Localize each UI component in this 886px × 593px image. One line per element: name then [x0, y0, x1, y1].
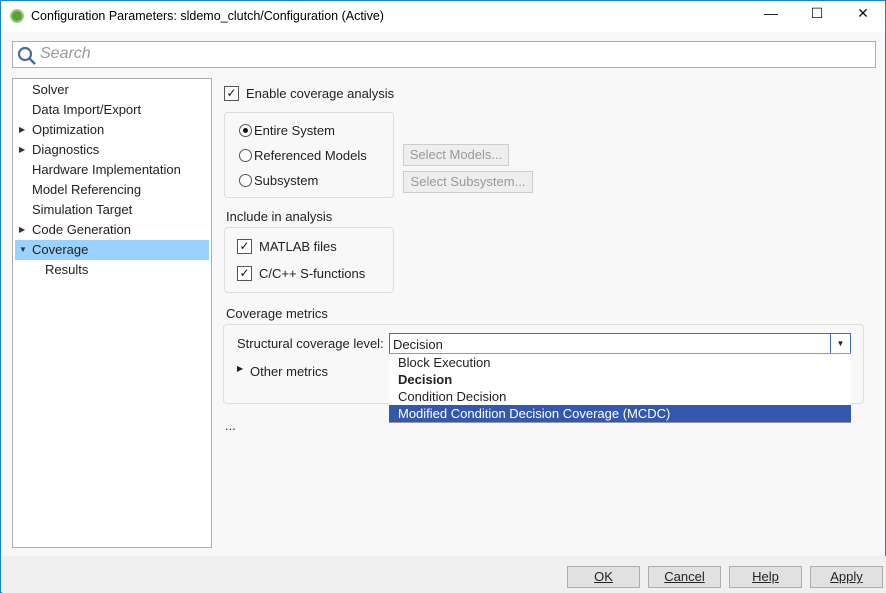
option-decision[interactable]: Decision [389, 371, 851, 388]
tree-item-diagnostics[interactable]: ▶ Diagnostics [15, 140, 209, 160]
tree-item-model-referencing[interactable]: Model Referencing [15, 180, 209, 200]
structural-label: Structural coverage level: [237, 336, 384, 351]
expand-arrow-icon[interactable]: ▶ [237, 364, 243, 373]
tree-item-data-import-export[interactable]: Data Import/Export [15, 100, 209, 120]
tree-item-solver[interactable]: Solver [15, 80, 209, 100]
structural-coverage-dropdown[interactable]: Decision ▼ [389, 333, 851, 354]
tree-item-simulation-target[interactable]: Simulation Target [15, 200, 209, 220]
tree-label: Simulation Target [32, 202, 133, 217]
search-icon [17, 46, 36, 65]
tree-label: Hardware Implementation [32, 162, 181, 177]
tree-label: Data Import/Export [32, 102, 142, 117]
cancel-button[interactable]: Cancel [648, 566, 721, 588]
enable-coverage-label: Enable coverage analysis [246, 86, 395, 101]
expand-arrow-icon[interactable]: ▶ [19, 120, 25, 140]
select-models-button[interactable]: Select Models... [403, 144, 509, 166]
option-condition-decision[interactable]: Condition Decision [389, 388, 851, 405]
tree-item-results[interactable]: Results [15, 260, 209, 280]
option-block-execution[interactable]: Block Execution [389, 354, 851, 371]
apply-button[interactable]: Apply [810, 566, 883, 588]
checkbox-label: C/C++ S-functions [259, 266, 366, 281]
sfunctions-checkbox[interactable]: ✓ [237, 266, 252, 281]
radio-referenced-models[interactable] [239, 149, 252, 162]
ok-label: OK [594, 569, 613, 584]
metrics-heading: Coverage metrics [226, 306, 328, 321]
include-group [224, 227, 394, 293]
radio-subsystem[interactable] [239, 174, 252, 187]
chevron-down-icon[interactable]: ▼ [830, 334, 850, 353]
checkbox-label: MATLAB files [259, 239, 337, 254]
help-button[interactable]: Help [729, 566, 802, 588]
footer: OK Cancel Help Apply [2, 556, 886, 593]
tree-label: Results [45, 262, 89, 277]
include-heading: Include in analysis [226, 209, 333, 224]
help-label: Help [752, 569, 779, 584]
expand-arrow-icon[interactable]: ▶ [19, 140, 25, 160]
apply-label: Apply [830, 569, 863, 584]
category-tree: Solver Data Import/Export ▶ Optimization … [12, 78, 212, 548]
search-placeholder: Search [40, 45, 91, 62]
option-mcdc[interactable]: Modified Condition Decision Coverage (MC… [389, 405, 851, 422]
tree-item-coverage[interactable]: ▼ Coverage [15, 240, 209, 260]
radio-entire-system[interactable] [239, 124, 252, 137]
dropdown-value: Decision [393, 337, 443, 352]
radio-label: Subsystem [254, 173, 319, 188]
expand-arrow-icon[interactable]: ▶ [19, 220, 25, 240]
ellipsis: ... [225, 418, 236, 433]
title-bar: Configuration Parameters: sldemo_clutch/… [1, 1, 885, 32]
tree-label: Model Referencing [32, 182, 142, 197]
close-button[interactable]: ✕ [848, 5, 878, 27]
other-metrics-toggle[interactable]: Other metrics [250, 364, 328, 379]
maximize-button[interactable]: ☐ [802, 5, 832, 27]
matlab-gear-icon [10, 9, 24, 23]
dialog-window: Configuration Parameters: sldemo_clutch/… [0, 0, 886, 593]
ok-button[interactable]: OK [567, 566, 640, 588]
tree-label: Coverage [32, 242, 89, 257]
tree-label: Code Generation [32, 222, 132, 237]
tree-item-hardware-implementation[interactable]: Hardware Implementation [15, 160, 209, 180]
minimize-button[interactable]: — [756, 5, 786, 27]
search-input[interactable]: Search [12, 41, 876, 68]
tree-label: Diagnostics [32, 142, 100, 157]
tree-item-optimization[interactable]: ▶ Optimization [15, 120, 209, 140]
collapse-arrow-icon[interactable]: ▼ [19, 240, 27, 260]
window-title: Configuration Parameters: sldemo_clutch/… [31, 9, 384, 23]
select-subsystem-button[interactable]: Select Subsystem... [403, 171, 533, 193]
tree-label: Solver [32, 82, 69, 97]
cancel-label: Cancel [664, 569, 705, 584]
tree-item-code-generation[interactable]: ▶ Code Generation [15, 220, 209, 240]
radio-label: Referenced Models [254, 148, 367, 163]
matlab-files-checkbox[interactable]: ✓ [237, 239, 252, 254]
radio-label: Entire System [254, 123, 335, 138]
enable-coverage-checkbox[interactable]: ✓ [224, 86, 239, 101]
tree-label: Optimization [32, 122, 105, 137]
